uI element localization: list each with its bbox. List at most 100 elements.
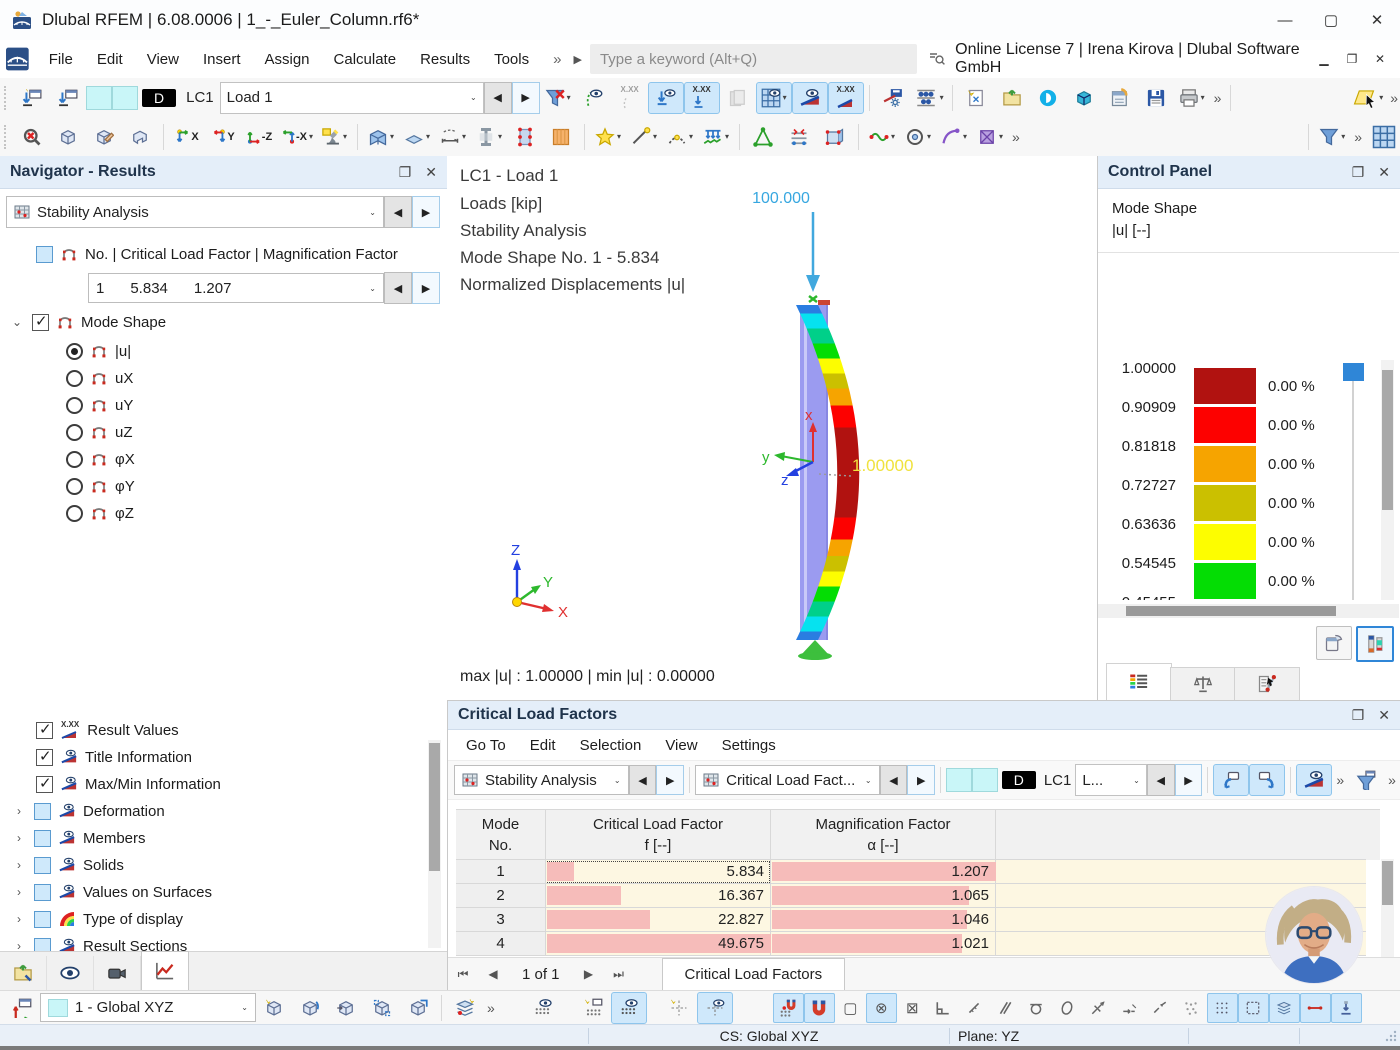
visibility-filter-button[interactable]: ▾ — [1314, 121, 1350, 153]
save-button[interactable] — [1138, 82, 1174, 114]
model-history-button[interactable] — [1102, 82, 1138, 114]
design-situation-badge[interactable]: D — [1002, 771, 1036, 789]
generate-surfaces-button[interactable] — [817, 121, 853, 153]
mode-option-uz[interactable]: uZ — [66, 420, 133, 444]
work-cs-select[interactable]: 1 - Global XYZ ⌄ — [40, 993, 256, 1022]
new-node-button[interactable]: ▾ — [363, 121, 399, 153]
analysis-select[interactable]: Stability Analysis ⌄ — [454, 765, 629, 795]
design-situation-badge[interactable]: D — [142, 89, 176, 107]
display-item-values-on-surfaces[interactable]: › Values on Surfaces — [12, 880, 212, 904]
table-row[interactable]: 4 49.675 1.021 — [456, 932, 1380, 956]
overflow-icon[interactable]: » — [1384, 772, 1400, 788]
search-icon[interactable] — [929, 51, 945, 67]
load-values-button[interactable]: X.XX — [684, 82, 720, 114]
filter-results-off-button[interactable]: ▾ — [540, 82, 576, 114]
mode-option-uy[interactable]: uY — [66, 393, 133, 417]
prev-mode-button[interactable]: ◀ — [384, 272, 412, 304]
close-button[interactable]: ✕ — [1354, 0, 1400, 40]
show-loads-button[interactable] — [648, 82, 684, 114]
last-page-icon[interactable]: ⏭ — [604, 967, 634, 982]
snap-parallel-button[interactable] — [990, 993, 1021, 1023]
checkbox[interactable] — [34, 803, 51, 820]
clipped-view-button[interactable] — [122, 121, 158, 153]
overflow-icon[interactable]: » — [1008, 129, 1024, 145]
result-values-button[interactable]: X.XX — [828, 82, 864, 114]
loadcase-color-chip2[interactable] — [112, 86, 138, 110]
isometric-view-button[interactable] — [50, 121, 86, 153]
tab-factors[interactable] — [1170, 667, 1236, 700]
checkbox[interactable] — [34, 911, 51, 928]
scale-hscrollbar[interactable] — [1098, 604, 1399, 618]
color-scale-options-button[interactable] — [1356, 626, 1394, 662]
mode-number-select[interactable]: 1 5.834 1.207 ⌄ — [88, 273, 384, 303]
dimension-lines-button[interactable] — [1300, 993, 1331, 1023]
new-cs-button[interactable] — [256, 992, 292, 1024]
scale-slider-track[interactable] — [1352, 380, 1354, 600]
menu-view-table[interactable]: View — [653, 730, 709, 760]
search-input[interactable]: Type a keyword (Alt+Q) — [590, 44, 917, 74]
snap-points-button[interactable] — [1176, 993, 1207, 1023]
manage-cs-button[interactable] — [400, 992, 436, 1024]
mode-option-ux[interactable]: uX — [66, 366, 133, 390]
table-scrollbar[interactable] — [1381, 859, 1394, 957]
overflow-icon[interactable]: » — [1350, 129, 1366, 145]
expand-icon[interactable]: › — [12, 858, 26, 872]
menu-expand-icon[interactable]: ▶ — [573, 53, 581, 66]
snap-workplane-button[interactable] — [1238, 993, 1269, 1023]
float-panel-icon[interactable]: ❐ — [1352, 164, 1365, 181]
menu-tools[interactable]: Tools — [482, 40, 541, 78]
loadcase-color-chip[interactable] — [946, 768, 972, 792]
loadcase-select[interactable]: L... ⌄ — [1075, 764, 1146, 796]
float-panel-icon[interactable]: ❐ — [399, 164, 412, 181]
display-item-members[interactable]: › Members — [12, 826, 146, 850]
guidelines-new-button[interactable] — [661, 992, 697, 1024]
toolbar-grip[interactable] — [4, 86, 10, 110]
view-y-button[interactable]: Y — [205, 121, 241, 153]
table-row[interactable]: 2 16.367 1.065 — [456, 884, 1380, 908]
checkbox[interactable] — [36, 246, 53, 263]
table-row[interactable]: 1 5.834 1.207 — [456, 860, 1380, 884]
coordinate-system-button[interactable] — [4, 992, 40, 1024]
snap-center-button[interactable]: ⊗ — [866, 993, 897, 1023]
display-item-type-of-display[interactable]: › Type of display — [12, 907, 183, 931]
model-canvas[interactable]: LC1 - Load 1 Loads [kip] Stability Analy… — [447, 156, 1097, 700]
tab-filter[interactable] — [1234, 667, 1300, 700]
navigator-scrollbar[interactable] — [428, 740, 441, 948]
radio[interactable] — [66, 451, 83, 468]
checkbox[interactable] — [32, 314, 49, 331]
rsection-button[interactable] — [1066, 82, 1102, 114]
snap-reference-button[interactable] — [1145, 993, 1176, 1023]
display-item-maxmin-info[interactable]: Max/Min Information — [36, 772, 221, 796]
view-minus-z-button[interactable]: -Z — [241, 121, 277, 153]
result-table-select[interactable]: Critical Load Fact... ⌄ — [695, 765, 880, 795]
display-item-deformation[interactable]: › Deformation — [12, 799, 165, 823]
dlubal-center-button[interactable] — [1030, 82, 1066, 114]
snap-intersection-button[interactable]: ⊠ — [897, 993, 928, 1023]
new-surface-button[interactable] — [543, 121, 579, 153]
radio[interactable] — [66, 343, 83, 360]
next-table-button[interactable]: ▶ — [656, 765, 684, 795]
snap-perpendicular-button[interactable] — [928, 993, 959, 1023]
color-scale[interactable]: 1.00000 0.90909 0.81818 0.72727 0.63636 … — [1098, 256, 1399, 600]
tab-data-navigator[interactable] — [0, 956, 47, 990]
loadcase-select[interactable]: Load 1 ⌄ — [220, 82, 484, 114]
tree-item-critical-load-factors[interactable]: No. | Critical Load Factor | Magnificati… — [36, 242, 398, 266]
snap-objects-button[interactable] — [804, 993, 835, 1023]
show-results-button[interactable] — [792, 82, 828, 114]
result-diagrams-button[interactable] — [720, 82, 756, 114]
expand-icon[interactable]: › — [12, 885, 26, 899]
new-line-button[interactable]: ▾ — [399, 121, 435, 153]
tab-display-navigator[interactable] — [47, 956, 94, 990]
loadcase-color-chip[interactable] — [86, 86, 112, 110]
first-page-icon[interactable]: ⏮ — [448, 967, 478, 982]
collapse-icon[interactable]: ⌄ — [10, 315, 24, 329]
generate-members-button[interactable] — [781, 121, 817, 153]
menu-edit-table[interactable]: Edit — [518, 730, 568, 760]
tables-button[interactable] — [1366, 121, 1400, 153]
result-tables-button[interactable]: ▾ — [756, 82, 792, 114]
rendering-mode-button[interactable]: ▾ — [316, 121, 352, 153]
show-result-rows-button[interactable] — [1296, 764, 1332, 796]
close-panel-icon[interactable]: ✕ — [1378, 164, 1390, 181]
model-viewport[interactable]: LC1 - Load 1 Loads [kip] Stability Analy… — [447, 156, 1097, 700]
sync-to-model-button[interactable] — [1213, 764, 1249, 796]
